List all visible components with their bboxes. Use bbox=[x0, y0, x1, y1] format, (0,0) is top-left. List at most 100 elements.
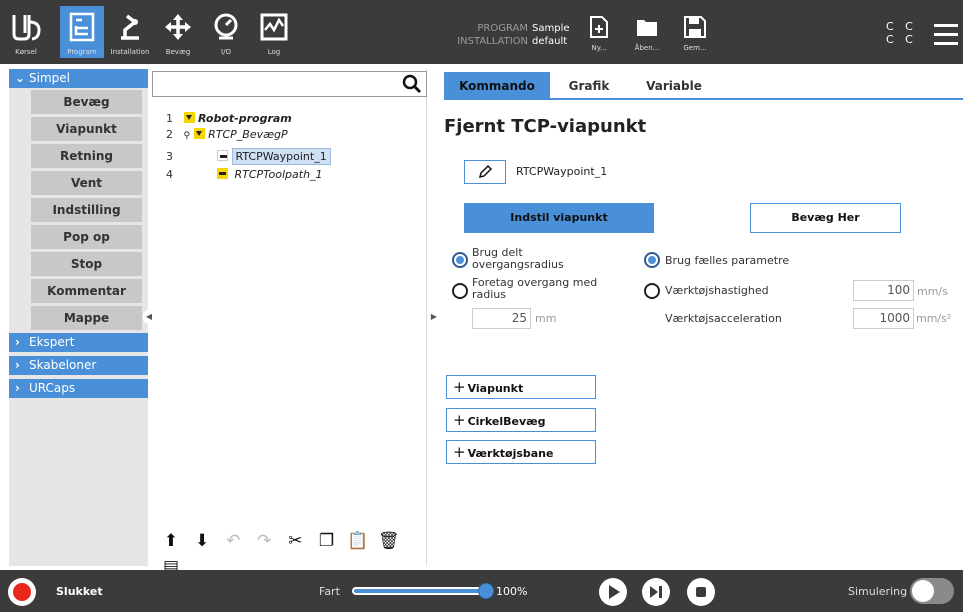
step-icon bbox=[650, 586, 662, 598]
save-icon bbox=[684, 16, 706, 38]
set-waypoint-button[interactable]: Indstil viapunkt bbox=[464, 203, 654, 233]
node-wait[interactable]: Vent bbox=[31, 171, 142, 195]
log-icon bbox=[260, 13, 288, 41]
pin-icon: ⚲ bbox=[183, 131, 191, 141]
tree-search-bar[interactable] bbox=[152, 71, 427, 97]
move-here-button[interactable]: Bevæg Her bbox=[750, 203, 901, 233]
io-icon bbox=[214, 13, 238, 40]
robot-status: Slukket bbox=[56, 585, 103, 598]
node-halt[interactable]: Stop bbox=[31, 252, 142, 276]
installation-name: default bbox=[532, 36, 568, 47]
search-icon[interactable] bbox=[402, 74, 422, 94]
program-info: PROGRAM Sample INSTALLATION default bbox=[457, 23, 570, 47]
shared-params-label: Brug fælles parametre bbox=[665, 254, 790, 267]
program-icon bbox=[69, 12, 95, 42]
play-icon bbox=[609, 585, 620, 599]
speed-value: 100% bbox=[496, 585, 528, 598]
plus-icon: + bbox=[453, 411, 466, 429]
copy-icon[interactable]: ❐ bbox=[313, 531, 339, 557]
tab-command[interactable]: Kommando bbox=[444, 72, 550, 100]
speed-slider-handle[interactable] bbox=[478, 583, 494, 599]
chevron-right-icon: › bbox=[15, 381, 20, 395]
node-waypoint[interactable]: Viapunkt bbox=[31, 117, 142, 141]
chevron-right-icon: › bbox=[15, 358, 20, 372]
add-circle-move-button[interactable]: + CirkelBevæg bbox=[446, 408, 596, 432]
tool-accel-input[interactable]: 1000 bbox=[853, 308, 914, 329]
node-set[interactable]: Indstilling bbox=[31, 198, 142, 222]
node-folder[interactable]: Mappe bbox=[31, 306, 142, 330]
waypoint-name-label: RTCPWaypoint_1 bbox=[516, 165, 608, 178]
move-down-icon[interactable]: ⬇ bbox=[189, 531, 215, 557]
open-file-button[interactable]: Åben... bbox=[630, 16, 664, 60]
tree-row-rtcp-move[interactable]: 2 ⚲ RTCP_BevægP bbox=[166, 127, 288, 143]
category-urcaps[interactable]: › URCaps bbox=[9, 379, 148, 398]
tree-toolbar: ⬆ ⬇ ↶ ↷ ✂ ❐ 📋 🗑 ▤ bbox=[158, 531, 426, 577]
speed-label: Fart bbox=[319, 585, 340, 598]
add-toolpath-button[interactable]: + Værktøjsbane bbox=[446, 440, 596, 464]
toolpath-icon bbox=[217, 168, 228, 179]
blend-shared-label: Brug delt overgangsradius bbox=[472, 246, 564, 271]
chevron-right-icon: › bbox=[15, 335, 20, 349]
rename-button[interactable] bbox=[464, 160, 506, 184]
redo-icon[interactable]: ↷ bbox=[251, 531, 277, 557]
tool-speed-input[interactable]: 100 bbox=[853, 280, 914, 301]
undo-icon[interactable]: ↶ bbox=[220, 531, 246, 557]
program-tab[interactable]: Program bbox=[60, 6, 104, 58]
folder-icon bbox=[637, 20, 657, 36]
run-tab[interactable]: Kørsel bbox=[4, 6, 48, 58]
blend-shared-radio[interactable] bbox=[452, 252, 468, 268]
move-arrows-icon bbox=[165, 14, 191, 40]
tree-row-rtcp-waypoint[interactable]: 3 RTCPWaypoint_1 bbox=[166, 148, 331, 165]
program-node-palette: ⌄ Simpel Bevæg Viapunkt Retning Vent Inds… bbox=[9, 69, 148, 566]
blend-radius-radio[interactable] bbox=[452, 283, 468, 299]
node-move[interactable]: Bevæg bbox=[31, 90, 142, 114]
new-file-button[interactable]: Ny... bbox=[582, 16, 616, 60]
program-tree-panel: 1 Robot-program 2 ⚲ RTCP_BevægP 3 RTCPWa… bbox=[152, 69, 427, 577]
move-up-icon[interactable]: ⬆ bbox=[158, 531, 184, 557]
page-title: Fjernt TCP-viapunkt bbox=[444, 116, 647, 137]
simulation-toggle[interactable] bbox=[910, 578, 954, 604]
installation-tab[interactable]: Installation bbox=[108, 6, 152, 58]
tab-variables[interactable]: Variable bbox=[639, 72, 709, 100]
tree-row-robot-program[interactable]: 1 Robot-program bbox=[166, 111, 292, 127]
node-direction[interactable]: Retning bbox=[31, 144, 142, 168]
tab-graphics[interactable]: Grafik bbox=[554, 72, 624, 100]
power-button[interactable] bbox=[8, 578, 36, 606]
tool-speed-label: Værktøjshastighed bbox=[665, 284, 769, 297]
io-tab[interactable]: I/O bbox=[204, 6, 248, 58]
node-popup[interactable]: Pop op bbox=[31, 225, 142, 249]
simulation-label: Simulering bbox=[848, 585, 908, 598]
category-templates[interactable]: › Skabeloner bbox=[9, 356, 148, 375]
speed-slider-fill bbox=[354, 589, 482, 593]
plus-icon: + bbox=[453, 443, 466, 461]
play-button[interactable] bbox=[599, 578, 627, 606]
tree-row-rtcp-toolpath[interactable]: 4 RTCPToolpath_1 bbox=[166, 167, 323, 183]
paste-icon[interactable]: 📋 bbox=[345, 531, 371, 557]
menu-icon[interactable] bbox=[934, 24, 958, 51]
ur-logo-icon bbox=[12, 15, 41, 41]
plus-icon: + bbox=[453, 378, 466, 396]
log-tab[interactable]: Log bbox=[252, 6, 296, 58]
add-waypoint-button[interactable]: + Viapunkt bbox=[446, 375, 596, 399]
node-comment[interactable]: Kommentar bbox=[31, 279, 142, 303]
cut-icon[interactable]: ✂ bbox=[282, 531, 308, 557]
control-status: C C C C bbox=[886, 20, 917, 46]
blend-radius-input[interactable]: 25 bbox=[472, 308, 531, 329]
save-file-button[interactable]: Gem... bbox=[678, 16, 712, 60]
blend-radius-label: Foretag overgang med radius bbox=[472, 276, 598, 301]
shared-params-radio[interactable] bbox=[644, 252, 660, 268]
step-button[interactable] bbox=[642, 578, 670, 606]
tool-accel-label: Værktøjsacceleration bbox=[665, 312, 782, 325]
stop-button[interactable] bbox=[687, 578, 715, 606]
expand-triangle-icon[interactable] bbox=[183, 112, 195, 123]
tool-speed-radio[interactable] bbox=[644, 283, 660, 299]
category-advanced[interactable]: › Ekspert bbox=[9, 333, 148, 352]
robot-arm-icon bbox=[121, 14, 139, 40]
category-simple[interactable]: ⌄ Simpel bbox=[9, 69, 148, 88]
new-file-icon bbox=[590, 16, 608, 38]
selected-node-label: RTCPWaypoint_1 bbox=[231, 148, 331, 165]
move-tab[interactable]: Bevæg bbox=[156, 6, 200, 58]
expand-triangle-icon[interactable] bbox=[193, 128, 205, 139]
collapse-tree-handle[interactable]: ▶ bbox=[428, 310, 440, 324]
delete-icon[interactable]: 🗑 bbox=[376, 531, 402, 557]
